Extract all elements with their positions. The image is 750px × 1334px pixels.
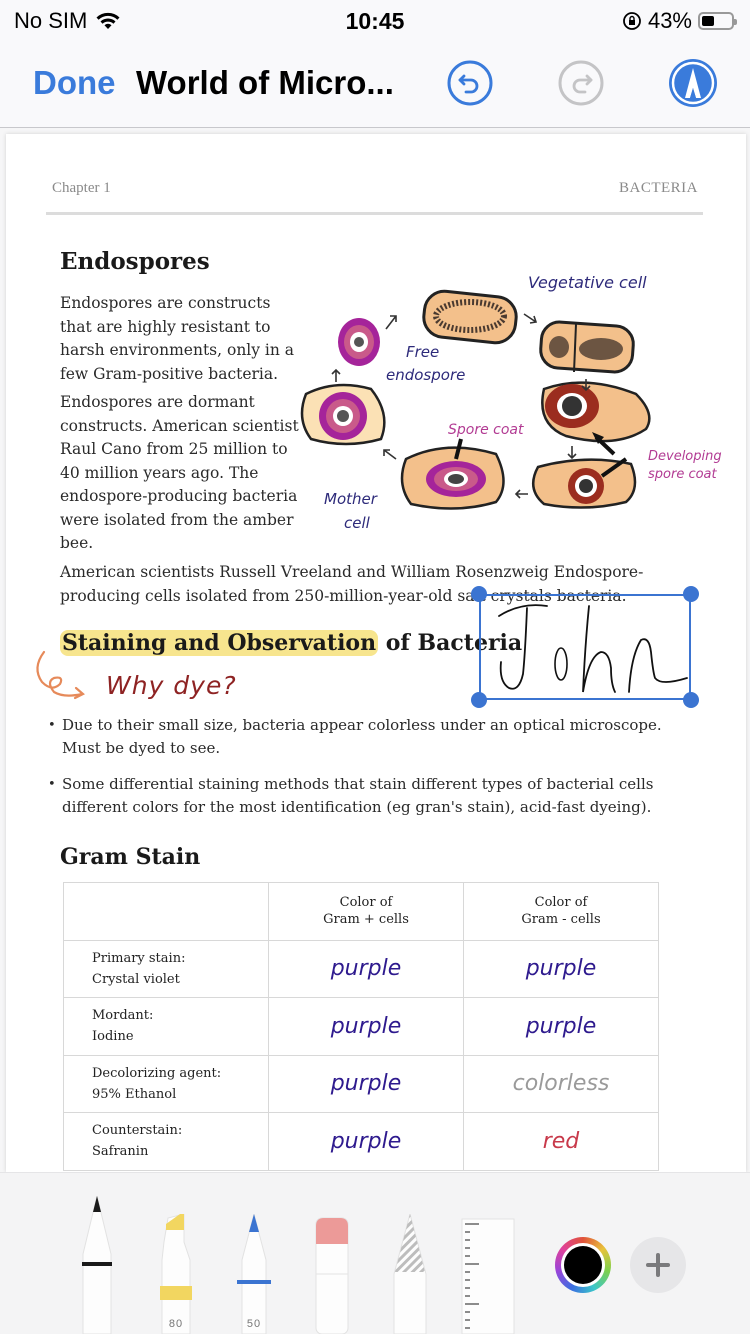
color-picker-button[interactable] [555,1237,611,1293]
endospores-heading: Endospores [60,248,210,275]
section-label: BACTERIA [619,180,698,196]
row-label-line2: Iodine [92,1029,134,1045]
marker-opacity: 50 [246,1318,262,1330]
column-header [63,882,269,941]
label-developing: Developing [648,449,722,464]
ruler-icon [461,1218,515,1334]
gram-negative-value: colorless [463,1054,659,1113]
chapter-label: Chapter 1 [52,180,111,196]
marker-icon [237,1212,271,1334]
resize-handle-bottom-right[interactable] [683,692,699,708]
battery-icon [698,12,737,30]
highlighter-opacity: 80 [168,1318,184,1330]
undo-icon[interactable] [446,59,494,107]
eraser-icon [315,1217,349,1334]
gram-positive-value: purple [268,997,464,1056]
endospores-paragraph-1: Endospores are constructs that are highl… [60,294,295,383]
handwritten-note: Why dye? [106,671,237,700]
gram-stain-heading: Gram Stain [60,844,201,870]
mature-spore-cell [300,383,386,446]
free-endospore [338,318,380,366]
row-label-line2: Crystal violet [92,971,180,987]
row-label: Decolorizing agent: 95% Ethanol [63,1054,269,1113]
document-page[interactable]: Chapter 1 BACTERIA Endospores Endospores… [6,134,746,1172]
staining-heading: Staining and Observation of Bacteria [60,630,522,656]
gram-negative-value: purple [463,997,659,1056]
column-header: Color of Gram + cells [268,882,464,941]
endospores-paragraph-2: Endospores are dormant constructs. Ameri… [60,393,299,552]
endospore-cycle-diagram: Vegetative cell Free endospore Spore coa… [300,273,722,532]
status-bar: No SIM 10:45 43% [0,0,750,44]
gram-negative-value: red [463,1112,659,1171]
label-free: Free [406,343,439,361]
lasso-tool[interactable] [392,1212,428,1334]
bullet-item: Due to their small size, bacteria appear… [48,714,688,760]
table-row: Decolorizing agent: 95% Ethanol purple co… [63,1054,659,1113]
dividing-cell [539,320,635,374]
redo-icon[interactable] [557,59,605,107]
done-button[interactable]: Done [33,64,116,102]
vegetative-cell [422,289,518,345]
battery-group: 43% [622,8,737,34]
label-vegetative-cell: Vegetative cell [528,273,647,292]
row-label-line1: Primary stain: [92,950,186,966]
label-cell: cell [344,514,371,532]
staining-bullet-list: Due to their small size, bacteria appear… [48,714,688,832]
row-label: Mordant: Iodine [63,997,269,1056]
pen-tool[interactable] [80,1194,114,1334]
eraser-tool[interactable] [315,1216,349,1334]
resize-handle-bottom-left[interactable] [471,692,487,708]
resize-handle-top-right[interactable] [683,586,699,602]
row-label-line1: Counterstain: [92,1123,183,1139]
markup-toolbar: 80 50 [0,1172,750,1334]
gram-negative-value: purple [463,939,659,998]
gram-positive-value: purple [268,1112,464,1171]
row-label-line2: 95% Ethanol [92,1086,177,1102]
resize-handle-top-left[interactable] [471,586,487,602]
document-title: World of Micro... [136,64,394,101]
spore-coat-cell [531,457,637,509]
column-header: Color of Gram - cells [463,882,659,941]
gram-stain-table: Color of Gram + cells Color of Gram - ce… [63,882,659,1171]
table-header-row: Color of Gram + cells Color of Gram - ce… [63,882,659,941]
table-row: Counterstain: Safranin purple red [63,1112,659,1171]
mother-cell [400,438,505,510]
ruler-tool[interactable] [461,1218,515,1334]
header-divider [46,212,703,215]
label-mother: Mother [324,490,378,508]
row-label-line1: Mordant: [92,1008,154,1024]
highlighter-tool[interactable]: 80 [158,1213,194,1334]
gram-positive-value: purple [268,939,464,998]
gram-positive-value: purple [268,1054,464,1113]
row-label-line1: Decolorizing agent: [92,1065,222,1081]
row-label: Primary stain: Crystal violet [63,939,269,998]
markup-icon[interactable] [668,58,718,108]
label-spore-coat-2: spore coat [648,467,718,482]
highlighted-text: Staining and Observation [60,630,379,656]
current-color-swatch [564,1246,602,1284]
label-endospore: endospore [386,366,465,384]
battery-percent: 43% [647,8,692,33]
battery-level [702,16,714,26]
row-label: Counterstain: Safranin [63,1112,269,1171]
navigation-bar: Done World of Micro... [0,44,750,128]
table-row: Mordant: Iodine purple purple [63,997,659,1056]
table-row: Primary stain: Crystal violet purple purp… [63,939,659,998]
highlighter-icon [160,1213,192,1334]
signature-john[interactable]: John [481,596,689,698]
lasso-icon [393,1212,427,1334]
marker-tool[interactable]: 50 [236,1212,272,1334]
pen-icon [82,1195,112,1334]
row-label-line2: Safranin [92,1144,149,1160]
signature-selection[interactable]: John [479,594,691,700]
bullet-item: Some differential staining methods that … [48,773,688,819]
orientation-lock-icon [623,12,641,30]
developing-spore-cell [541,381,651,456]
add-button[interactable] [630,1237,686,1293]
curl-arrow-icon [36,650,85,700]
label-spore-coat: Spore coat [448,422,524,438]
